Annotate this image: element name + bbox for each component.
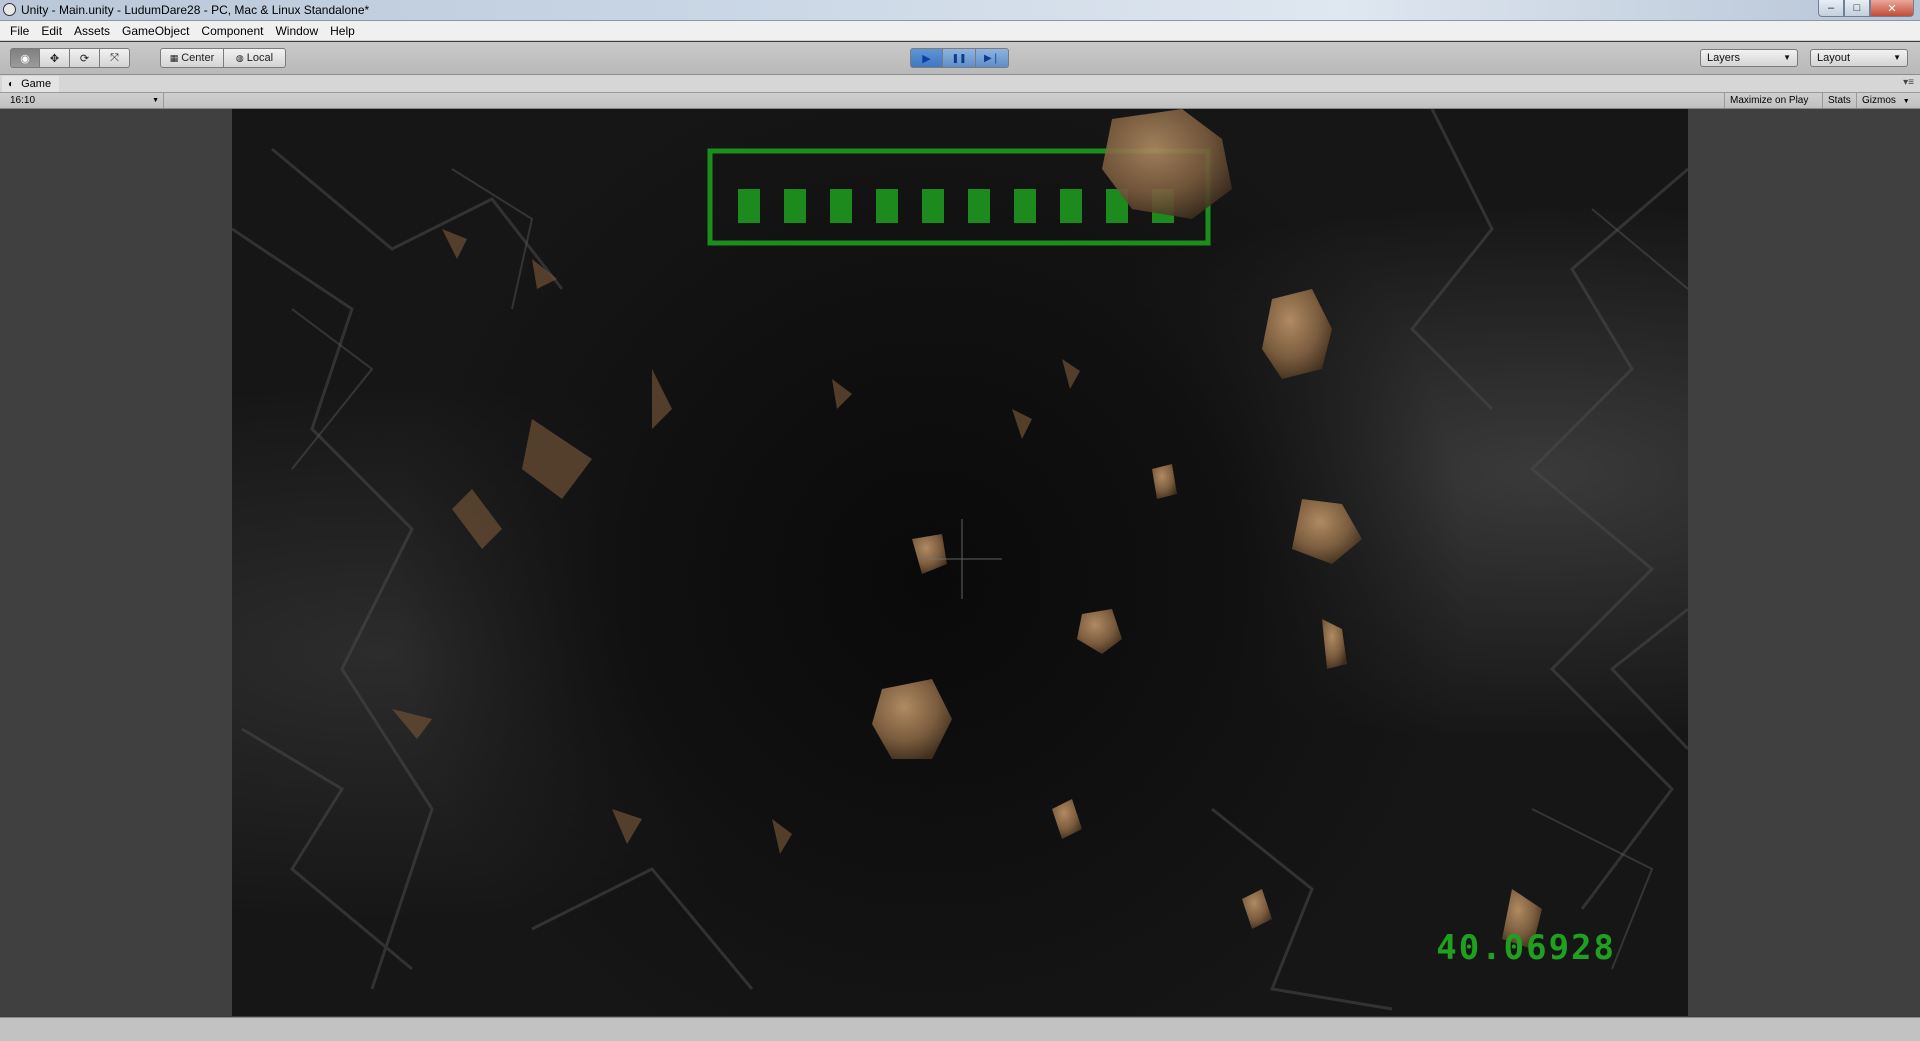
score-readout: 40.06928 xyxy=(1436,928,1616,968)
gizmos-label: Gizmos xyxy=(1862,95,1896,106)
rotate-tool-button[interactable]: ⟳ xyxy=(70,48,100,68)
menu-help[interactable]: Help xyxy=(324,21,361,41)
tab-game[interactable]: ◐ Game xyxy=(2,76,60,92)
pause-button[interactable]: ❚❚ xyxy=(943,48,976,68)
step-button[interactable]: ▶❘ xyxy=(976,48,1009,68)
step-icon: ▶❘ xyxy=(983,52,1001,64)
center-icon: ▦ xyxy=(169,52,179,63)
main-toolbar: ◉ ✥ ⟳ ⤧ ▦ Center ◍ Local ▶ ❚❚ ▶❘ Layers … xyxy=(0,42,1920,75)
playback-controls: ▶ ❚❚ ▶❘ xyxy=(910,48,1009,68)
layers-label: Layers xyxy=(1707,52,1741,64)
game-viewport[interactable]: 40.06928 xyxy=(232,109,1688,1016)
pause-icon: ❚❚ xyxy=(951,52,967,63)
layers-dropdown[interactable]: Layers ▼ xyxy=(1700,49,1798,67)
pivot-local-button[interactable]: ◍ Local xyxy=(224,48,286,68)
local-icon: ◍ xyxy=(235,52,244,63)
menu-edit[interactable]: Edit xyxy=(35,21,68,41)
aspect-ratio-dropdown[interactable]: 16:10 ▼ xyxy=(4,93,164,108)
tab-game-label: Game xyxy=(21,78,52,90)
chevron-down-icon: ▼ xyxy=(1783,53,1791,62)
gizmos-dropdown[interactable]: Gizmos ▼ xyxy=(1856,93,1916,108)
aspect-ratio-label: 16:10 xyxy=(10,95,36,106)
layout-label: Layout xyxy=(1817,52,1851,64)
menu-file[interactable]: File xyxy=(4,21,35,41)
chevron-down-icon: ▼ xyxy=(152,97,159,104)
chevron-down-icon: ▼ xyxy=(1893,53,1901,62)
pivot-center-button[interactable]: ▦ Center xyxy=(160,48,224,68)
menu-bar: File Edit Assets GameObject Component Wi… xyxy=(0,21,1920,41)
window-controls: – □ ✕ xyxy=(1818,0,1914,18)
tab-options-icon[interactable]: ▾≡ xyxy=(1903,77,1914,88)
menu-window[interactable]: Window xyxy=(269,21,324,41)
menu-assets[interactable]: Assets xyxy=(68,21,116,41)
view-tool-button[interactable]: ◉ xyxy=(10,48,40,68)
unity-logo-icon xyxy=(3,3,16,16)
pivot-center-label: Center xyxy=(181,52,215,64)
play-icon: ▶ xyxy=(922,52,931,65)
minimize-button[interactable]: – xyxy=(1818,0,1844,17)
pivot-local-label: Local xyxy=(246,52,274,64)
title-bar: Unity - Main.unity - LudumDare28 - PC, M… xyxy=(0,0,1920,21)
layout-dropdown[interactable]: Layout ▼ xyxy=(1810,49,1908,67)
eye-icon: ◉ xyxy=(20,52,30,65)
menu-component[interactable]: Component xyxy=(195,21,269,41)
transform-tools: ◉ ✥ ⟳ ⤧ xyxy=(10,48,130,68)
game-controller-icon: ◐ xyxy=(8,79,15,90)
scale-icon: ⤧ xyxy=(110,51,119,64)
game-scene xyxy=(232,109,1688,1011)
menu-gameobject[interactable]: GameObject xyxy=(116,21,195,41)
status-bar xyxy=(0,1017,1920,1041)
move-icon: ✥ xyxy=(49,52,60,65)
chevron-down-icon: ▼ xyxy=(1902,98,1910,105)
window-title: Unity - Main.unity - LudumDare28 - PC, M… xyxy=(21,3,370,17)
pivot-tools: ▦ Center ◍ Local xyxy=(160,48,286,68)
stats-toggle[interactable]: Stats xyxy=(1822,93,1856,108)
scale-tool-button[interactable]: ⤧ xyxy=(100,48,130,68)
game-tab-bar: ◐ Game ▾≡ xyxy=(0,75,1920,93)
close-button[interactable]: ✕ xyxy=(1870,0,1914,17)
move-tool-button[interactable]: ✥ xyxy=(40,48,70,68)
maximize-on-play-toggle[interactable]: Maximize on Play xyxy=(1724,93,1813,108)
play-button[interactable]: ▶ xyxy=(910,48,943,68)
maximize-button[interactable]: □ xyxy=(1844,0,1870,17)
rotate-icon: ⟳ xyxy=(79,52,90,65)
game-view-toolbar: 16:10 ▼ Maximize on Play Stats Gizmos ▼ xyxy=(0,93,1920,109)
crosshair xyxy=(922,519,1002,599)
